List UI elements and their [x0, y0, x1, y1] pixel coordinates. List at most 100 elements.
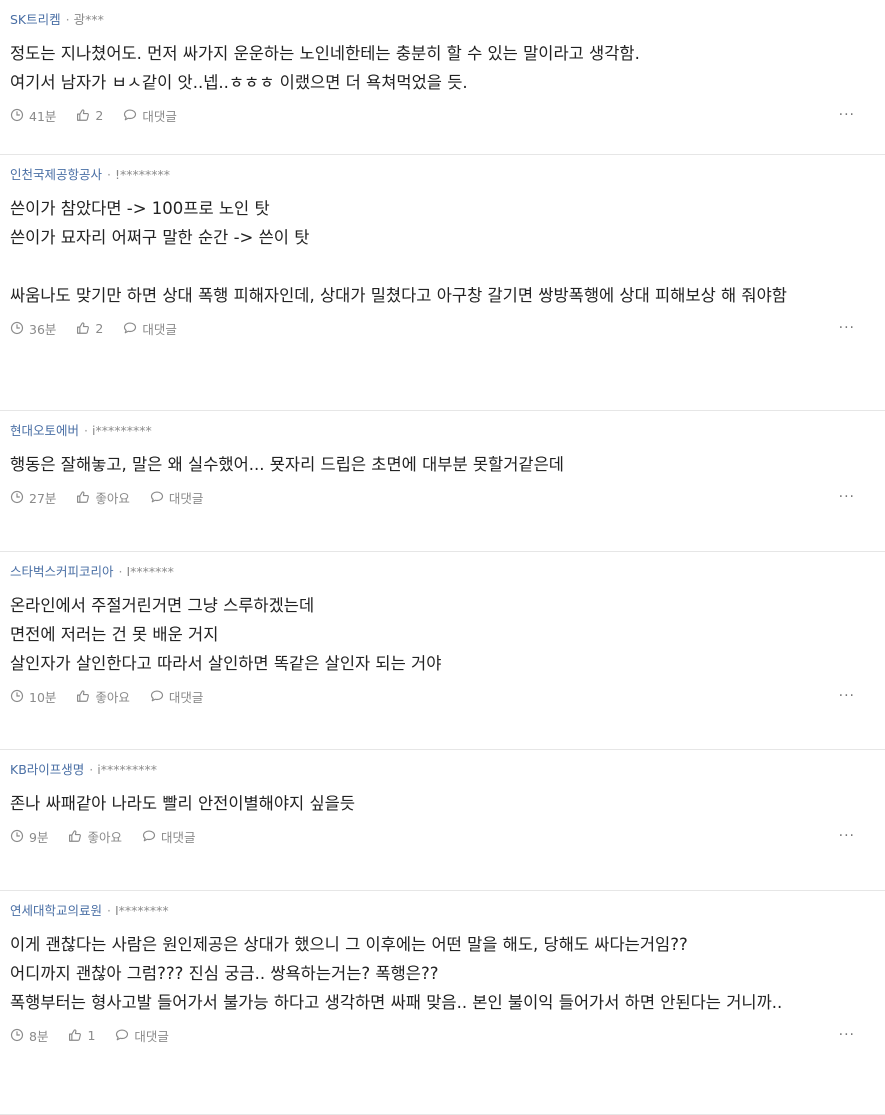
- speech-bubble-icon: [150, 689, 169, 703]
- like-button[interactable]: 1: [68, 1028, 95, 1043]
- like-button[interactable]: 2: [76, 321, 103, 336]
- like-count: 좋아요: [95, 490, 130, 506]
- comment-line: [10, 252, 875, 281]
- meta-separator: ·: [65, 12, 70, 27]
- meta-separator: ·: [118, 564, 123, 579]
- time-ago: 8분: [10, 1026, 48, 1045]
- comment-meta: SK트리켐 · 광***: [10, 12, 875, 28]
- author-id: I********: [115, 903, 169, 918]
- meta-separator: ·: [89, 762, 94, 777]
- reply-label: 대댓글: [168, 689, 204, 705]
- author-company[interactable]: KB라이프생명: [10, 762, 84, 778]
- author-id: 광***: [73, 12, 104, 27]
- reply-button[interactable]: 대댓글: [150, 687, 204, 706]
- speech-bubble-icon: [123, 321, 142, 335]
- comment-line: 온라인에서 주절거린거면 그냥 스루하겠는데: [10, 596, 315, 615]
- comment-meta: 인천국제공항공사 · !********: [10, 167, 875, 183]
- reply-button[interactable]: 대댓글: [123, 106, 177, 125]
- time-ago-label: 8분: [29, 1028, 49, 1044]
- comment-item: 스타벅스커피코리아 · I******* 온라인에서 주절거린거면 그냥 스루하…: [0, 552, 885, 750]
- like-count: 2: [95, 320, 104, 336]
- like-button[interactable]: 좋아요: [68, 827, 122, 846]
- comment-line: 면전에 저러는 건 못 배운 거지: [10, 625, 219, 644]
- time-ago: 41분: [10, 106, 56, 125]
- clock-icon: [10, 829, 29, 843]
- comment-text: 온라인에서 주절거린거면 그냥 스루하겠는데면전에 저러는 건 못 배운 거지살…: [10, 591, 875, 678]
- clock-icon: [10, 490, 29, 504]
- comment-line: 싸움나도 맞기만 하면 상대 폭행 피해자인데, 상대가 밀쳤다고 아구창 갈기…: [10, 286, 787, 305]
- comment-actions: 9분 좋아요 대댓글 ···: [10, 826, 875, 846]
- thumbs-up-icon: [76, 321, 95, 335]
- author-id: I*******: [126, 564, 174, 579]
- comment-actions: 8분 1 대댓글 ···: [10, 1025, 875, 1045]
- more-options-button[interactable]: ···: [839, 688, 855, 704]
- reply-label: 대댓글: [134, 1028, 169, 1044]
- author-company[interactable]: 현대오토에버: [10, 423, 79, 439]
- reply-button[interactable]: 대댓글: [142, 827, 196, 846]
- like-count: 1: [87, 1027, 96, 1043]
- reply-button[interactable]: 대댓글: [115, 1026, 169, 1045]
- comment-item: 현대오토에버 · i********* 행동은 잘해놓고, 말은 왜 실수했어.…: [0, 411, 885, 552]
- comment-actions: 10분 좋아요 대댓글 ···: [10, 686, 875, 706]
- comment-text: 정도는 지나쳤어도. 먼저 싸가지 운운하는 노인네한테는 충분히 할 수 있는…: [10, 39, 875, 97]
- clock-icon: [10, 689, 29, 703]
- more-options-button[interactable]: ···: [839, 320, 855, 336]
- author-company[interactable]: 연세대학교의료원: [10, 903, 102, 919]
- time-ago-label: 41분: [29, 108, 57, 124]
- thumbs-up-icon: [68, 829, 87, 843]
- meta-separator: ·: [107, 903, 111, 918]
- clock-icon: [10, 321, 29, 335]
- comment-line: 이게 괜찮다는 사람은 원인제공은 상대가 했으니 그 이후에는 어떤 말을 해…: [10, 935, 688, 954]
- time-ago-label: 9분: [29, 829, 49, 845]
- comment-line: 존나 싸패같아 나라도 빨리 안전이별해야지 싶을듯: [10, 794, 356, 813]
- like-button[interactable]: 좋아요: [76, 488, 130, 507]
- time-ago: 27분: [10, 488, 56, 507]
- clock-icon: [10, 108, 29, 122]
- time-ago: 10분: [10, 687, 56, 706]
- more-options-button[interactable]: ···: [839, 1027, 855, 1043]
- comment-actions: 41분 2 대댓글 ···: [10, 105, 875, 125]
- comment-meta: 연세대학교의료원 · I********: [10, 903, 875, 919]
- reply-label: 대댓글: [160, 829, 196, 845]
- thumbs-up-icon: [76, 108, 95, 122]
- time-ago: 36분: [10, 319, 56, 338]
- reply-label: 대댓글: [142, 108, 177, 124]
- comment-meta: 스타벅스커피코리아 · I*******: [10, 564, 875, 580]
- meta-separator: ·: [107, 167, 111, 182]
- comment-line: 쓴이가 묘자리 어쩌구 말한 순간 -> 쓴이 탓: [10, 228, 310, 247]
- comment-actions: 36분 2 대댓글 ···: [10, 318, 875, 338]
- time-ago-label: 36분: [29, 321, 57, 337]
- author-company[interactable]: 스타벅스커피코리아: [10, 564, 114, 580]
- comment-actions: 27분 좋아요 대댓글 ···: [10, 487, 875, 507]
- comment-list: SK트리켐 · 광*** 정도는 지나쳤어도. 먼저 싸가지 운운하는 노인네한…: [0, 0, 885, 1115]
- more-options-button[interactable]: ···: [839, 489, 855, 505]
- author-id: !********: [115, 167, 171, 182]
- comment-line: 살인자가 살인한다고 따라서 살인하면 똑같은 살인자 되는 거야: [10, 654, 442, 673]
- comment-text: 쓴이가 참았다면 -> 100프로 노인 탓쓴이가 묘자리 어쩌구 말한 순간 …: [10, 194, 875, 310]
- time-ago-label: 27분: [29, 490, 57, 506]
- thumbs-up-icon: [76, 689, 95, 703]
- reply-button[interactable]: 대댓글: [150, 488, 203, 507]
- comment-item: KB라이프생명 · i********* 존나 싸패같아 나라도 빨리 안전이별…: [0, 750, 885, 891]
- comment-text: 행동은 잘해놓고, 말은 왜 실수했어... 묫자리 드립은 초면에 대부분 못…: [10, 450, 875, 479]
- comment-line: 쓴이가 참았다면 -> 100프로 노인 탓: [10, 199, 270, 218]
- like-count: 좋아요: [95, 689, 130, 705]
- speech-bubble-icon: [123, 108, 142, 122]
- comment-line: 행동은 잘해놓고, 말은 왜 실수했어... 묫자리 드립은 초면에 대부분 못…: [10, 455, 564, 474]
- speech-bubble-icon: [142, 829, 161, 843]
- more-options-button[interactable]: ···: [839, 107, 855, 123]
- comment-line: 정도는 지나쳤어도. 먼저 싸가지 운운하는 노인네한테는 충분히 할 수 있는…: [10, 44, 640, 63]
- like-button[interactable]: 2: [76, 108, 103, 123]
- comment-line: 여기서 남자가 ㅂㅅ같이 앗..넵..ㅎㅎㅎ 이랬으면 더 욕쳐먹었을 듯.: [10, 73, 468, 92]
- thumbs-up-icon: [68, 1028, 87, 1042]
- reply-button[interactable]: 대댓글: [123, 319, 177, 338]
- author-company[interactable]: 인천국제공항공사: [10, 167, 102, 183]
- author-company[interactable]: SK트리켐: [10, 12, 61, 28]
- like-button[interactable]: 좋아요: [76, 687, 130, 706]
- comment-item: 연세대학교의료원 · I******** 이게 괜찮다는 사람은 원인제공은 상…: [0, 891, 885, 1115]
- comment-meta: 현대오토에버 · i*********: [10, 423, 875, 439]
- like-count: 좋아요: [87, 829, 122, 845]
- time-ago-label: 10분: [29, 689, 57, 705]
- comment-item: 인천국제공항공사 · !******** 쓴이가 참았다면 -> 100프로 노…: [0, 155, 885, 411]
- more-options-button[interactable]: ···: [839, 828, 855, 844]
